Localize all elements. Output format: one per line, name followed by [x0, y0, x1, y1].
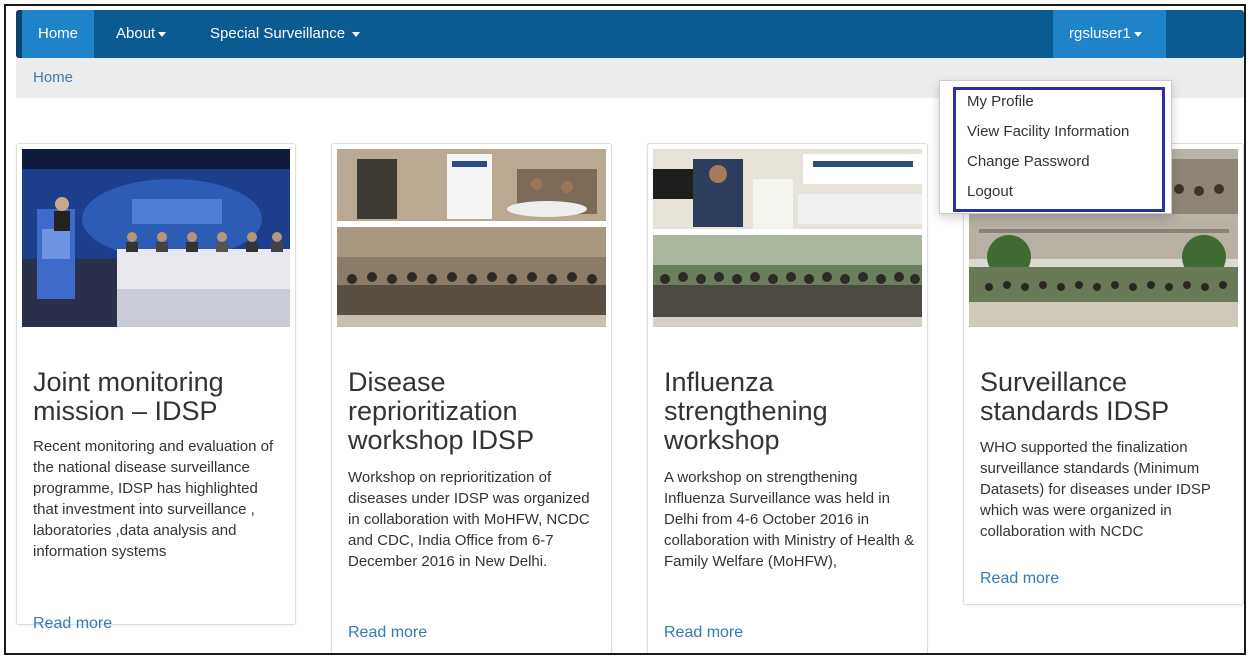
browser-frame: Home About Special Surveillance rgsluser…	[4, 4, 1246, 655]
nav-user-label: rgsluser1	[1069, 25, 1131, 42]
nav-about[interactable]: About	[102, 10, 180, 58]
read-more-link[interactable]: Read more	[980, 570, 1059, 588]
menu-item-logout[interactable]: Logout	[967, 183, 1013, 200]
read-more-link[interactable]: Read more	[664, 624, 743, 642]
menu-item-change-password[interactable]: Change Password	[967, 153, 1090, 170]
nav-user-menu[interactable]: rgsluser1	[1053, 10, 1166, 58]
card-photo	[653, 149, 922, 327]
card-title: Surveillance standards IDSP	[980, 367, 1170, 426]
menu-item-view-facility-information[interactable]: View Facility Information	[967, 123, 1129, 140]
news-card: Influenza strengthening workshop A works…	[647, 143, 928, 653]
card-title: Influenza strengthening workshop	[664, 367, 828, 455]
chevron-down-icon	[352, 31, 361, 37]
card-body: WHO supported the finalization surveilla…	[980, 439, 1211, 540]
card-title: Joint monitoring mission – IDSP	[33, 367, 224, 426]
menu-item-my-profile[interactable]: My Profile	[967, 93, 1034, 110]
read-more-link[interactable]: Read more	[33, 615, 112, 633]
card-title: Disease reprioritization workshop IDSP	[348, 367, 535, 455]
card-body: Recent monitoring and evaluation of the …	[33, 438, 274, 560]
news-card: Joint monitoring mission – IDSP Recent m…	[16, 143, 296, 632]
top-navbar: Home About Special Surveillance rgsluser…	[16, 10, 1244, 58]
card-photo	[22, 149, 290, 327]
nav-special-surveillance-label: Special Surveillance	[210, 25, 346, 42]
read-more-link[interactable]: Read more	[348, 624, 427, 642]
breadcrumb-home-link[interactable]: Home	[33, 69, 73, 86]
chevron-down-icon	[1133, 31, 1142, 37]
chevron-down-icon	[158, 31, 167, 37]
news-card: Disease reprioritization workshop IDSP W…	[331, 143, 612, 653]
nav-special-surveillance[interactable]: Special Surveillance	[194, 10, 376, 58]
card-body: Workshop on reprioritization of diseases…	[348, 469, 590, 570]
card-photo	[337, 149, 606, 327]
nav-home-label: Home	[38, 25, 79, 42]
nav-home[interactable]: Home	[22, 10, 95, 58]
card-body: A workshop on strengthening Influenza Su…	[664, 469, 915, 570]
nav-about-label: About	[116, 25, 156, 42]
user-dropdown-menu: My Profile View Facility Information Cha…	[939, 80, 1172, 214]
